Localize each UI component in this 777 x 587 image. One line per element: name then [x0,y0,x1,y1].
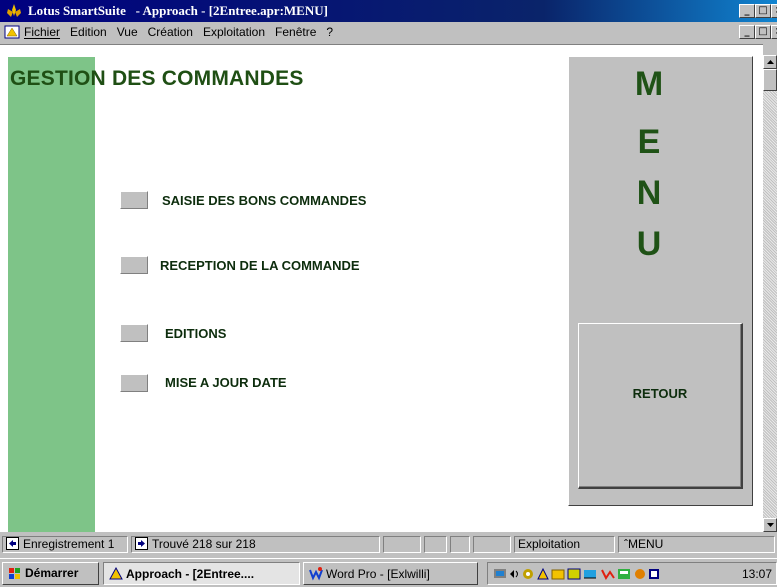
mode-text: Exploitation [518,537,581,551]
task-approach[interactable]: Approach - [2Entree.... [103,562,300,585]
clock[interactable]: 13:07 [742,567,772,581]
title-bar: Lotus SmartSuite - Approach - [2Entree.a… [0,0,777,22]
close-button[interactable]: × [771,4,777,18]
mode-cell[interactable]: Exploitation [514,536,615,553]
doc-restore-button[interactable]: □ [755,25,771,39]
menu-bar: Fichier Edition Vue Création Exploitatio… [0,22,777,42]
task-word-pro[interactable]: Word Pro - [Exlwilli] [303,562,478,585]
menu-letter-m: M [634,65,664,103]
editions-button[interactable] [120,324,148,342]
system-tray: 13:07 [487,562,777,585]
restore-button[interactable]: □ [755,4,771,18]
menu-creation[interactable]: Création [148,25,193,39]
reception-commande-label: RECEPTION DE LA COMMANDE [160,258,360,273]
form-canvas: GESTION DES COMMANDES SAISIE DES BONS CO… [0,44,763,532]
task-approach-label: Approach - [2Entree.... [126,567,255,581]
word-pro-task-icon [309,567,323,581]
record-cell[interactable]: Enregistrement 1 [2,536,128,553]
tray-icons[interactable] [492,566,712,582]
view-text: MENU [628,537,664,551]
menu-vue[interactable]: Vue [117,25,138,39]
found-text: Trouvé 218 sur 218 [152,537,256,551]
menu-fenetre[interactable]: Fenêtre [275,25,316,39]
minimize-button[interactable]: _ [739,4,755,18]
start-label: Démarrer [25,566,79,580]
taskbar: Démarrer Approach - [2Entree.... Word Pr… [0,558,777,587]
status-cell-blank-1 [383,536,421,553]
menu-fichier[interactable]: Fichier [24,25,60,39]
document-icon[interactable] [4,24,20,40]
found-cell[interactable]: Trouvé 218 sur 218 [131,536,380,553]
lotus-app-icon[interactable] [6,3,22,19]
menu-side-panel: M E N U RETOUR [568,56,753,506]
menu-help[interactable]: ? [326,25,333,39]
doc-minimize-button[interactable]: _ [739,25,755,39]
editions-label: EDITIONS [165,326,227,341]
saisie-bons-commandes-button[interactable] [120,191,148,209]
view-cell[interactable]: ˆMENU [618,536,775,553]
menu-letter-e: E [637,123,661,161]
reception-commande-button[interactable] [120,256,148,274]
status-cell-blank-2 [424,536,447,553]
window-title: Lotus SmartSuite - Approach - [2Entree.a… [28,3,328,18]
start-button[interactable]: Démarrer [2,562,99,585]
menu-letter-n: N [636,174,662,212]
status-cell-blank-3 [450,536,470,553]
scroll-up-button[interactable] [763,55,777,69]
status-cell-blank-4 [473,536,511,553]
next-record-icon[interactable] [135,537,148,550]
scrollbar-thumb[interactable] [763,69,777,91]
status-bar: Enregistrement 1 Trouvé 218 sur 218 Expl… [0,534,777,554]
menu-letter-u: U [636,225,662,263]
approach-task-icon [109,566,123,580]
previous-record-icon[interactable] [6,537,19,550]
green-band [8,57,95,532]
record-text: Enregistrement 1 [23,537,115,551]
mise-a-jour-date-button[interactable] [120,374,148,392]
menu-edition[interactable]: Edition [70,25,107,39]
retour-label: RETOUR [632,386,688,401]
task-word-pro-label: Word Pro - [Exlwilli] [326,567,430,581]
menu-exploitation[interactable]: Exploitation [203,25,265,39]
vertical-scrollbar[interactable] [763,55,777,532]
saisie-bons-commandes-label: SAISIE DES BONS COMMANDES [162,193,367,208]
retour-button[interactable]: RETOUR [578,323,743,489]
mise-a-jour-date-label: MISE A JOUR DATE [165,375,287,390]
windows-flag-icon [9,568,20,579]
doc-close-button[interactable]: × [771,25,777,39]
scroll-down-button[interactable] [763,518,777,532]
form-title: GESTION DES COMMANDES [10,67,304,90]
